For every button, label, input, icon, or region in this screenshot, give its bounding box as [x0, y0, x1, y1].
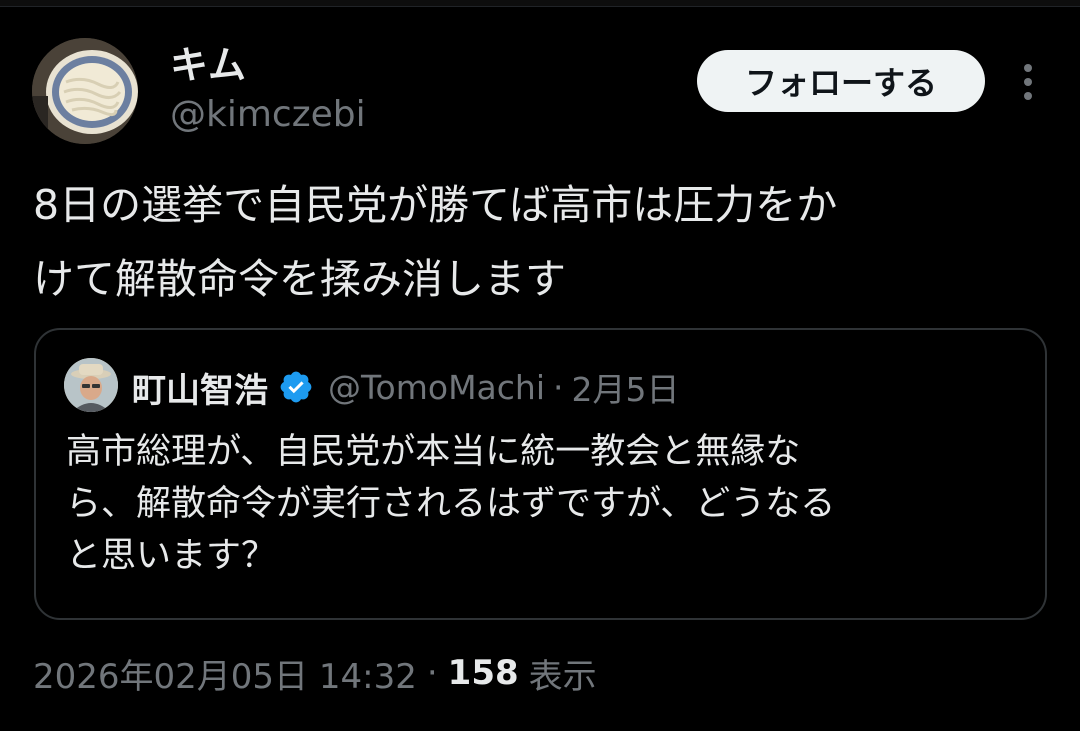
quote-date[interactable]: 2月5日	[572, 363, 680, 411]
follow-button[interactable]: フォローする	[697, 50, 985, 112]
tweet-text: 8日の選挙で自民党が勝てば高市は圧力をか けて解散命令を揉み消します	[33, 181, 838, 303]
separator-dot: ·	[426, 653, 438, 693]
separator-dot: ·	[553, 367, 564, 407]
more-vertical-icon	[1024, 64, 1032, 100]
quote-author-handle[interactable]: @TomoMachi	[328, 368, 545, 407]
more-options-button[interactable]	[1008, 60, 1048, 104]
tweet-timestamp[interactable]: 2026年02月05日 14:32	[33, 649, 417, 698]
views-label: 表示	[528, 656, 597, 697]
views-count: 158	[447, 653, 519, 693]
verified-badge-icon	[278, 369, 314, 405]
author-avatar[interactable]	[32, 38, 138, 144]
author-name[interactable]: キム	[170, 40, 246, 90]
author-handle[interactable]: @kimczebi	[170, 92, 366, 138]
quote-header: 町山智浩 @TomoMachi · 2月5日	[132, 362, 680, 412]
quote-text: 高市総理が、自民党が本当に統一教会と無縁な ら、解散命令が実行されるはずですが、…	[66, 432, 836, 576]
quote-author-name[interactable]: 町山智浩	[132, 363, 268, 412]
udon-bowl-icon	[32, 38, 138, 144]
quote-author-avatar[interactable]	[64, 358, 118, 412]
person-with-hat-icon	[64, 358, 118, 412]
top-divider	[0, 0, 1080, 7]
tweet-meta: 2026年02月05日 14:32 · 158 表示	[33, 648, 597, 698]
